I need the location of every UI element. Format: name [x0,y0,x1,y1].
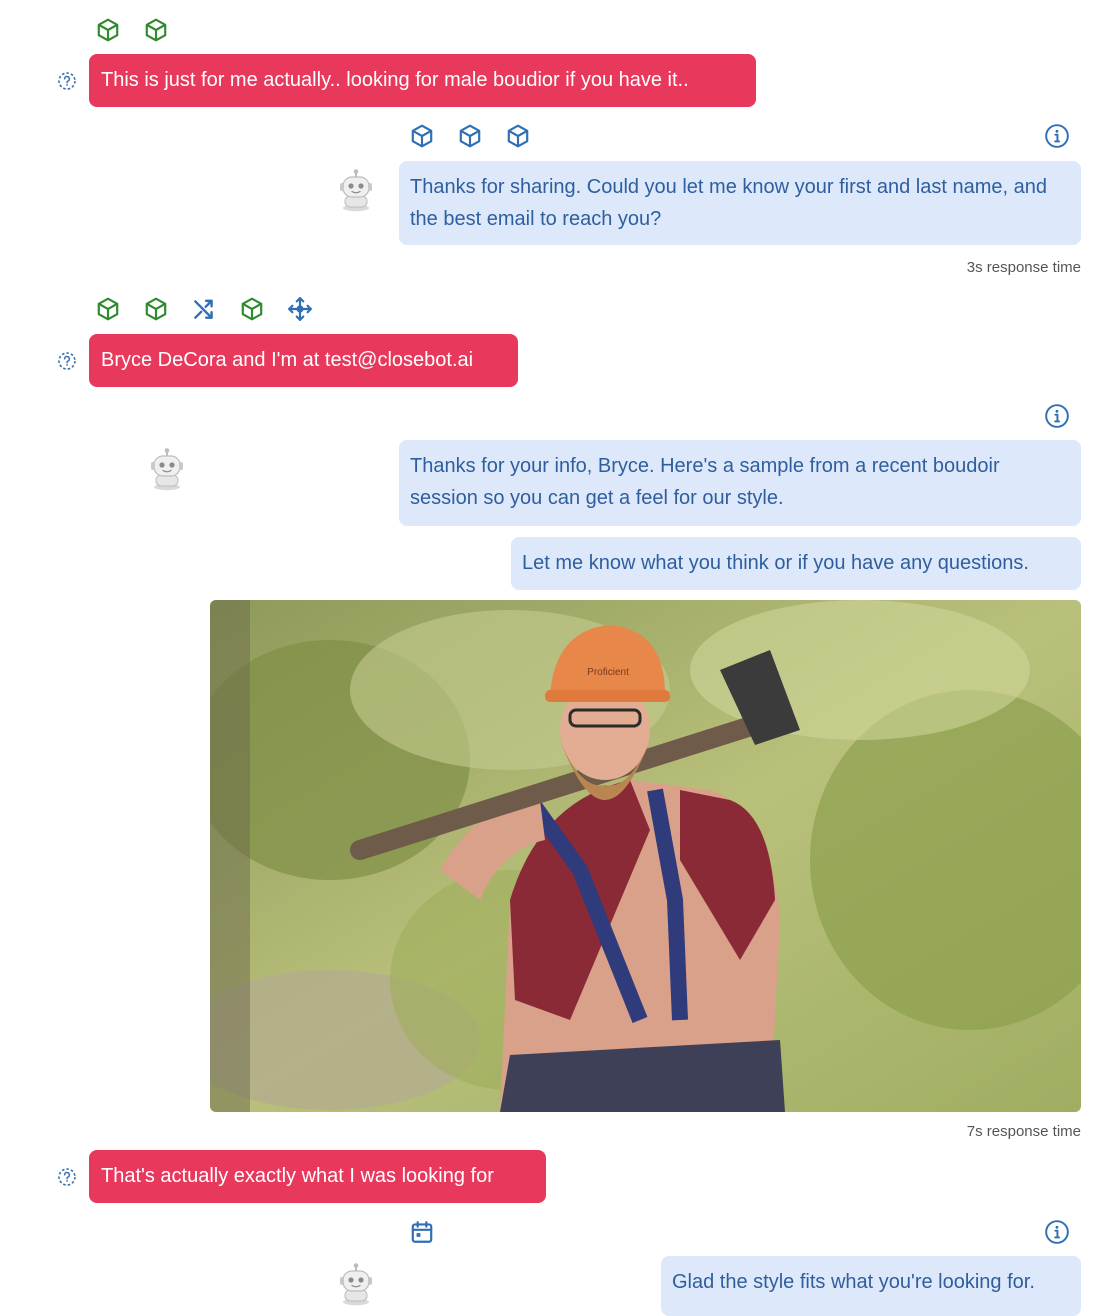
sample-photo[interactable]: Proficient [210,600,1081,1112]
cube-icon[interactable] [505,123,531,149]
user-message-bubble: Bryce DeCora and I'm at test@closebot.ai [89,334,518,387]
cube-icon[interactable] [95,296,121,322]
message-status-icon [57,71,77,91]
bot-message-bubble: Thanks for your info, Bryce. Here's a sa… [399,440,1081,526]
bot-avatar [336,1262,376,1306]
cube-icon[interactable] [143,17,169,43]
cube-icon[interactable] [457,123,483,149]
hard-hat-text: Proficient [587,667,629,678]
cube-icon[interactable] [239,296,265,322]
user-message-bubble: That's actually exactly what I was looki… [89,1150,546,1203]
bot-avatar [336,168,376,212]
info-icon[interactable] [1044,403,1070,429]
bot-avatar [147,447,187,491]
move-icon[interactable] [287,296,313,322]
cube-icon[interactable] [143,296,169,322]
info-icon[interactable] [1044,123,1070,149]
response-time: 7s response time [966,1123,1081,1140]
response-time: 3s response time [966,259,1081,276]
cube-icon[interactable] [409,123,435,149]
bot-message-bubble: Let me know what you think or if you hav… [511,537,1081,590]
message-status-icon [57,1167,77,1187]
message-status-icon [57,351,77,371]
user-message-bubble: This is just for me actually.. looking f… [89,54,756,107]
bot-message-bubble: Thanks for sharing. Could you let me kno… [399,161,1081,245]
info-icon[interactable] [1044,1219,1070,1245]
calendar-icon[interactable] [409,1219,435,1245]
cube-icon[interactable] [95,17,121,43]
shuffle-icon[interactable] [191,296,217,322]
bot-message-bubble: Glad the style fits what you're looking … [661,1256,1081,1316]
